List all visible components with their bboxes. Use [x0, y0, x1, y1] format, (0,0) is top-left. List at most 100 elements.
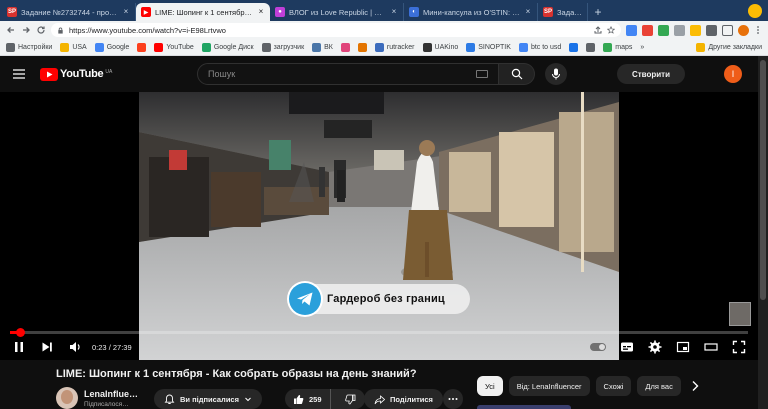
- tab-search-icon[interactable]: [748, 4, 762, 18]
- bookmark-item[interactable]: [137, 42, 147, 52]
- recommendation-thumbnail[interactable]: [477, 405, 571, 409]
- search-input[interactable]: Пошук: [197, 63, 499, 85]
- bookmark-item[interactable]: UAKino: [422, 42, 458, 52]
- filter-chip[interactable]: Для вас: [637, 376, 681, 396]
- bookmark-item[interactable]: YouTube: [154, 42, 194, 52]
- extension-red-icon[interactable]: [642, 24, 653, 36]
- dislike-button[interactable]: [336, 389, 365, 409]
- youtube-country-code: UA: [105, 68, 113, 75]
- bookmark-item[interactable]: [357, 42, 367, 52]
- channel-text: LenaInflue… Підписалося…: [84, 389, 138, 408]
- browser-tab[interactable]: SP Задани: [538, 3, 588, 21]
- new-tab-icon[interactable]: +: [590, 4, 606, 20]
- keyboard-icon[interactable]: [476, 70, 488, 78]
- filter-chip[interactable]: Схожі: [595, 376, 632, 396]
- chevron-right-icon[interactable]: [687, 378, 703, 394]
- search-placeholder: Пошук: [208, 69, 236, 79]
- browser-profile-icon[interactable]: [738, 24, 749, 36]
- extension-green-icon[interactable]: [658, 24, 669, 36]
- page-scrollbar[interactable]: [758, 56, 768, 409]
- bookmark-label: maps: [615, 43, 633, 51]
- address-bar[interactable]: https://www.youtube.com/watch?v=i-E98Lrt…: [51, 23, 621, 37]
- extension-yellow-icon[interactable]: [690, 24, 701, 36]
- theater-mode-icon[interactable]: [704, 340, 718, 354]
- bookmark-item[interactable]: SINOPTIK: [466, 42, 511, 52]
- tab-close-icon[interactable]: ×: [524, 8, 532, 16]
- filter-chip[interactable]: Від: LenaInfluencer: [508, 376, 590, 396]
- bookmark-item[interactable]: Настройки: [6, 42, 53, 52]
- browser-tab[interactable]: ▶ LIME: Шопинг к 1 сентября - К ×: [136, 3, 270, 21]
- youtube-logo[interactable]: YouTube UA: [40, 67, 113, 81]
- bookmark-b-icon: [340, 42, 350, 52]
- channel-avatar[interactable]: [56, 387, 78, 409]
- tab-close-icon[interactable]: ×: [257, 8, 265, 16]
- bookmark-item[interactable]: Google Диск: [201, 42, 254, 52]
- bookmark-star-icon[interactable]: [607, 26, 615, 34]
- tab-favicon-icon: SP: [7, 7, 17, 17]
- folder-icon: [60, 42, 70, 52]
- google-icon: [94, 42, 104, 52]
- miniplayer-icon[interactable]: [676, 340, 690, 354]
- telegram-caption-overlay: Гардероб без границ: [289, 283, 470, 315]
- video-frame[interactable]: [139, 92, 619, 360]
- autoplay-toggle[interactable]: [590, 343, 606, 351]
- share-button[interactable]: Поділитися: [364, 389, 443, 409]
- scrollbar-thumb[interactable]: [760, 60, 766, 300]
- bell-icon: [164, 394, 175, 405]
- share-page-icon[interactable]: [594, 26, 602, 34]
- gear-icon: [6, 42, 15, 52]
- bookmark-item[interactable]: USA: [60, 42, 87, 52]
- fullscreen-icon[interactable]: [732, 340, 746, 354]
- profile-avatar[interactable]: I: [724, 65, 742, 83]
- like-button[interactable]: 259: [285, 389, 331, 409]
- bookmark-label: Настройки: [18, 43, 53, 51]
- bookmark-item[interactable]: ВК: [312, 42, 333, 52]
- voice-search-button[interactable]: [545, 63, 567, 85]
- globe-icon: [261, 42, 271, 52]
- more-actions-button[interactable]: [443, 389, 463, 409]
- tab-close-icon[interactable]: ×: [390, 8, 398, 16]
- pause-icon[interactable]: [12, 340, 26, 354]
- subscribed-button[interactable]: Ви підписалися: [154, 389, 262, 409]
- create-button[interactable]: Створити: [617, 64, 685, 84]
- extension-download-icon[interactable]: [626, 24, 637, 36]
- bookmarks-bar: Настройки USA Google YouTube Google Диск загр…: [0, 39, 768, 56]
- subtitles-icon[interactable]: [620, 340, 634, 354]
- forward-arrow-icon[interactable]: [21, 25, 31, 35]
- channel-name[interactable]: LenaInflue…: [84, 389, 138, 399]
- bookmarks-overflow[interactable]: »: [640, 44, 644, 51]
- browser-tab[interactable]: SP Задание №2732744 - просмотр з ×: [2, 3, 136, 21]
- channel-watermark[interactable]: [729, 302, 751, 326]
- bookmark-item[interactable]: загрузчик: [261, 42, 304, 52]
- browser-tab[interactable]: ● ВЛОГ из Love Republic | Обзор тр ×: [270, 3, 404, 21]
- mall-scene-image: [139, 92, 619, 360]
- browser-tab[interactable]: ◐ Мини-капсула из O'STIN: как соч ×: [404, 3, 538, 21]
- bookmark-item[interactable]: [586, 42, 596, 52]
- lock-icon: [57, 27, 64, 34]
- video-player[interactable]: Гардероб без границ 0:23 / 27:39: [0, 92, 758, 360]
- bookmark-item[interactable]: btc to usd: [518, 42, 561, 52]
- search-button[interactable]: [499, 63, 535, 85]
- bookmark-item[interactable]: Google: [94, 42, 129, 52]
- reload-icon[interactable]: [36, 25, 46, 35]
- next-video-icon[interactable]: [40, 340, 54, 354]
- extension-puzzle-icon[interactable]: [706, 24, 717, 36]
- bookmark-label: rutracker: [386, 43, 415, 51]
- subscribed-label: Ви підписалися: [180, 394, 239, 404]
- progress-bar[interactable]: [10, 328, 748, 337]
- bookmark-item[interactable]: rutracker: [374, 42, 415, 52]
- extension-tab-icon[interactable]: [722, 24, 733, 36]
- hamburger-menu-icon[interactable]: [12, 67, 26, 81]
- back-arrow-icon[interactable]: [6, 25, 16, 35]
- bookmark-item[interactable]: [340, 42, 350, 52]
- browser-menu-icon[interactable]: [754, 25, 762, 35]
- tab-close-icon[interactable]: ×: [122, 8, 130, 16]
- bookmark-item[interactable]: maps: [603, 42, 633, 52]
- tabstrip-right: [748, 4, 768, 18]
- extension-gray-icon[interactable]: [674, 24, 685, 36]
- volume-icon[interactable]: [68, 340, 82, 354]
- other-bookmarks[interactable]: Другие закладки: [696, 42, 762, 52]
- filter-chip[interactable]: Усі: [477, 376, 503, 396]
- settings-gear-icon[interactable]: [648, 340, 662, 354]
- bookmark-item[interactable]: [569, 42, 579, 52]
